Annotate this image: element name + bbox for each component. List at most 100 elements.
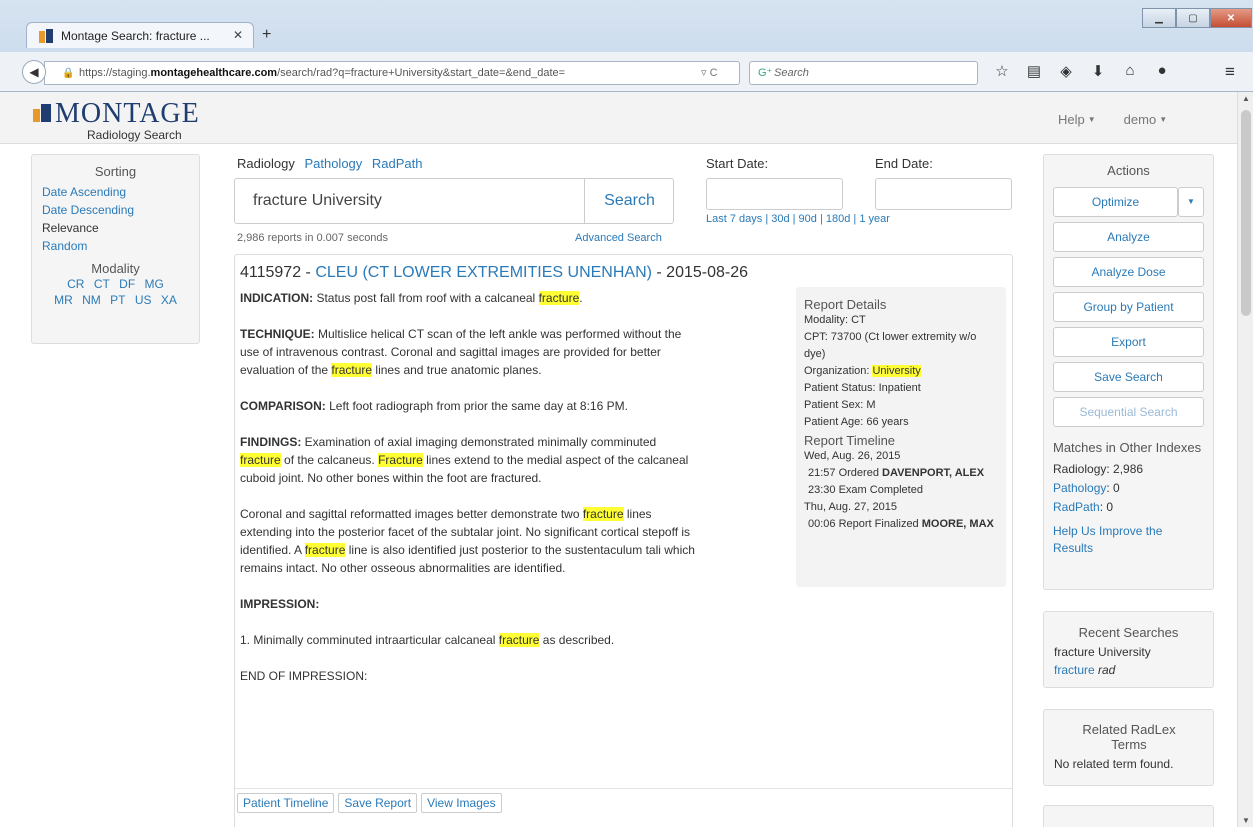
hamburger-menu-icon[interactable]: ≡ [1225,62,1235,82]
group-by-patient-button[interactable]: Group by Patient [1053,292,1204,322]
optimize-dropdown-icon[interactable]: ▼ [1178,187,1204,217]
reading-list-icon[interactable]: ▤ [1018,62,1050,80]
page-content: MONTAGE Radiology Search Help ▼ demo ▼ Sor… [0,92,1237,827]
report-date: 2015-08-26 [666,264,749,281]
modality-xa[interactable]: XA [161,293,177,307]
sort-relevance[interactable]: Relevance [42,219,199,237]
sort-random[interactable]: Random [42,237,199,255]
help-improve-link[interactable]: Help Us Improve the Results [1053,523,1193,557]
timeline-day-1: Wed, Aug. 26, 2015 [804,450,901,462]
detail-cpt: CPT: 73700 (Ct lower extremity w/o dye) [804,331,977,360]
scroll-up-icon[interactable]: ▲ [1242,94,1250,103]
detail-patient-age: Patient Age: 66 years [804,416,909,428]
help-menu[interactable]: Help ▼ [1058,112,1096,127]
download-icon[interactable]: ⬇ [1082,62,1114,80]
toolbar-icons: ☆ ▤ ◈ ⬇ ⌂ ● [986,62,1178,80]
browser-tab[interactable]: Montage Search: fracture ... ✕ [26,22,254,48]
search-button[interactable]: Search [584,179,674,223]
type-radiology[interactable]: Radiology [237,156,295,171]
home-icon[interactable]: ⌂ [1114,62,1146,80]
modality-cr[interactable]: CR [67,277,84,291]
sequential-search-button[interactable]: Sequential Search [1053,397,1204,427]
save-report-button[interactable]: Save Report [338,793,418,813]
sorting-title: Sorting [94,164,137,179]
bookmark-star-icon[interactable]: ☆ [986,62,1018,80]
scrollbar-thumb[interactable] [1241,110,1251,316]
optimize-button[interactable]: Optimize [1053,187,1178,217]
modality-title: Modality [91,261,140,276]
detail-patient-sex: Patient Sex: M [804,399,876,411]
browser-chrome: Montage Search: fracture ... ✕ + ▁ ▢ ✕ 🔒… [0,0,1253,92]
matches-in-other-indexes: Matches in Other Indexes Radiology: 2,98… [1053,441,1201,557]
reload-icon[interactable]: ▿ C [701,66,718,79]
tab-close-icon[interactable]: ✕ [233,28,243,42]
export-button[interactable]: Export [1053,327,1204,357]
new-tab-icon[interactable]: + [262,26,271,44]
user-menu[interactable]: demo ▼ [1124,112,1167,127]
url-bar[interactable]: 🔒 https://staging.montagehealthcare.com/… [44,61,740,85]
result-count: 2,986 reports in 0.007 seconds [237,232,389,244]
sort-date-descending[interactable]: Date Descending [42,201,199,219]
report-details-panel: Report Details Modality: CT CPT: 73700 (… [796,287,1006,587]
analyze-dose-button[interactable]: Analyze Dose [1053,257,1204,287]
back-arrow-icon[interactable]: ◀ [22,60,46,84]
analyze-button[interactable]: Analyze [1053,222,1204,252]
actions-panel: Actions Optimize ▼ Analyze Analyze Dose … [1043,154,1214,590]
comparison-paragraph: COMPARISON: Left foot radiograph from pr… [240,399,628,413]
modality-nm[interactable]: NM [82,293,101,307]
window-controls: ▁ ▢ ✕ [1142,8,1252,28]
minimize-icon[interactable]: ▁ [1142,8,1176,28]
quick-date-ranges[interactable]: Last 7 days | 30d | 90d | 180d | 1 year [706,213,890,225]
radpath-link[interactable]: RadPath [1053,500,1100,514]
header-menus: Help ▼ demo ▼ [1058,112,1167,127]
report-title: 4115972 - CLEU (CT LOWER EXTREMITIES UNE… [240,264,749,281]
end-date-input[interactable] [875,178,1012,210]
report-modality-code[interactable]: CLEU (CT LOWER EXTREMITIES UNENHAN) [315,264,652,281]
reformat-paragraph: Coronal and sagittal reformatted images … [240,507,695,575]
lock-icon: 🔒 [62,68,75,79]
logo-subtitle: Radiology Search [87,128,182,142]
sort-date-ascending[interactable]: Date Ascending [42,183,199,201]
save-search-button[interactable]: Save Search [1053,362,1204,392]
window-close-icon[interactable]: ✕ [1210,8,1252,28]
type-radpath[interactable]: RadPath [372,156,423,171]
modality-mr[interactable]: MR [54,293,73,307]
navigation-bar: 🔒 https://staging.montagehealthcare.com/… [0,52,1253,92]
chat-icon[interactable]: ● [1146,62,1178,80]
pathology-link[interactable]: Pathology [1053,481,1106,495]
view-images-button[interactable]: View Images [421,793,502,813]
recent-search-item[interactable]: fracture University [1054,643,1213,661]
related-terms-panel: Related RadLex Terms No related term fou… [1043,709,1214,786]
modality-us[interactable]: US [135,293,152,307]
report-body: INDICATION: Status post fall from roof w… [240,289,700,703]
chevron-down-icon: ▼ [1087,115,1096,124]
browser-search-input[interactable]: G⁺ Search [749,61,978,85]
report-buttons: Patient Timeline Save Report View Images [237,793,502,813]
maximize-icon[interactable]: ▢ [1176,8,1210,28]
modality-ct[interactable]: CT [94,277,110,291]
search-input[interactable]: fracture University [253,192,382,210]
pathology-count: Pathology: 0 [1053,481,1120,495]
impression-paragraph: 1. Minimally comminuted intraarticular c… [240,633,615,647]
scroll-down-icon[interactable]: ▼ [1242,816,1250,825]
modality-pt[interactable]: PT [110,293,125,307]
modality-mg[interactable]: MG [145,277,164,291]
page-scrollbar[interactable]: ▲ ▼ [1237,92,1253,827]
modality-df[interactable]: DF [119,277,135,291]
montage-logo-icon [33,104,51,122]
chevron-down-icon: ▼ [1159,115,1168,124]
logo-word: MONTAGE [55,98,200,129]
radiology-count: Radiology: 2,986 [1053,462,1144,476]
type-pathology[interactable]: Pathology [304,156,362,171]
sorting-panel: Sorting Date Ascending Date Descending R… [31,154,200,344]
patient-timeline-button[interactable]: Patient Timeline [237,793,335,813]
advanced-search-link[interactable]: Advanced Search [575,232,662,244]
report-divider [235,788,1012,789]
timeline-event-ordered: 21:57 Ordered DAVENPORT, ALEX [808,467,985,479]
radpath-count: RadPath: 0 [1053,500,1114,514]
report-details-title: Report Details [804,297,887,312]
start-date-input[interactable] [706,178,843,210]
start-date-label: Start Date: [706,156,769,171]
pocket-icon[interactable]: ◈ [1050,62,1082,80]
recent-search-item[interactable]: fracture rad [1054,661,1213,679]
